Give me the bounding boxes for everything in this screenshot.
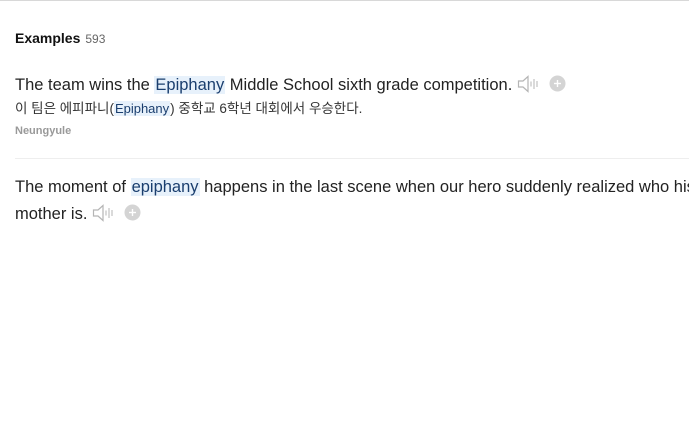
section-title: Examples: [15, 30, 81, 46]
sentence-text-before: The moment of: [15, 178, 131, 196]
top-divider: [0, 0, 689, 1]
example-item: The team wins the Epiphany Middle School…: [15, 72, 689, 137]
add-to-wordbook-icon[interactable]: [549, 75, 566, 92]
translation-text-before: 이 팀은 에피파니(: [15, 101, 114, 116]
examples-panel: Examples 593 The team wins the Epiphany …: [0, 0, 689, 434]
sentence-text-after: Middle School sixth grade competition.: [225, 76, 513, 94]
highlighted-keyword[interactable]: Epiphany: [154, 76, 226, 94]
example-translation: 이 팀은 에피파니(Epiphany) 중학교 6학년 대회에서 우승한다.: [15, 99, 689, 119]
example-sentence: The team wins the Epiphany Middle School…: [15, 72, 689, 99]
section-header: Examples 593: [15, 30, 105, 46]
example-source[interactable]: Neungyule: [15, 125, 689, 137]
translation-keyword: Epiphany: [113, 101, 171, 116]
speaker-icon[interactable]: [517, 75, 541, 93]
example-divider: [15, 158, 689, 159]
example-sentence: The moment of epiphany happens in the la…: [15, 174, 689, 228]
example-count: 593: [85, 32, 106, 46]
sentence-text-before: The team wins the: [15, 76, 155, 94]
add-to-wordbook-icon[interactable]: [124, 204, 141, 221]
translation-text-after: ) 중학교 6학년 대회에서 우승한다.: [170, 101, 363, 116]
highlighted-keyword[interactable]: epiphany: [130, 178, 200, 196]
example-item: The moment of epiphany happens in the la…: [15, 174, 689, 228]
speaker-icon[interactable]: [92, 204, 116, 222]
